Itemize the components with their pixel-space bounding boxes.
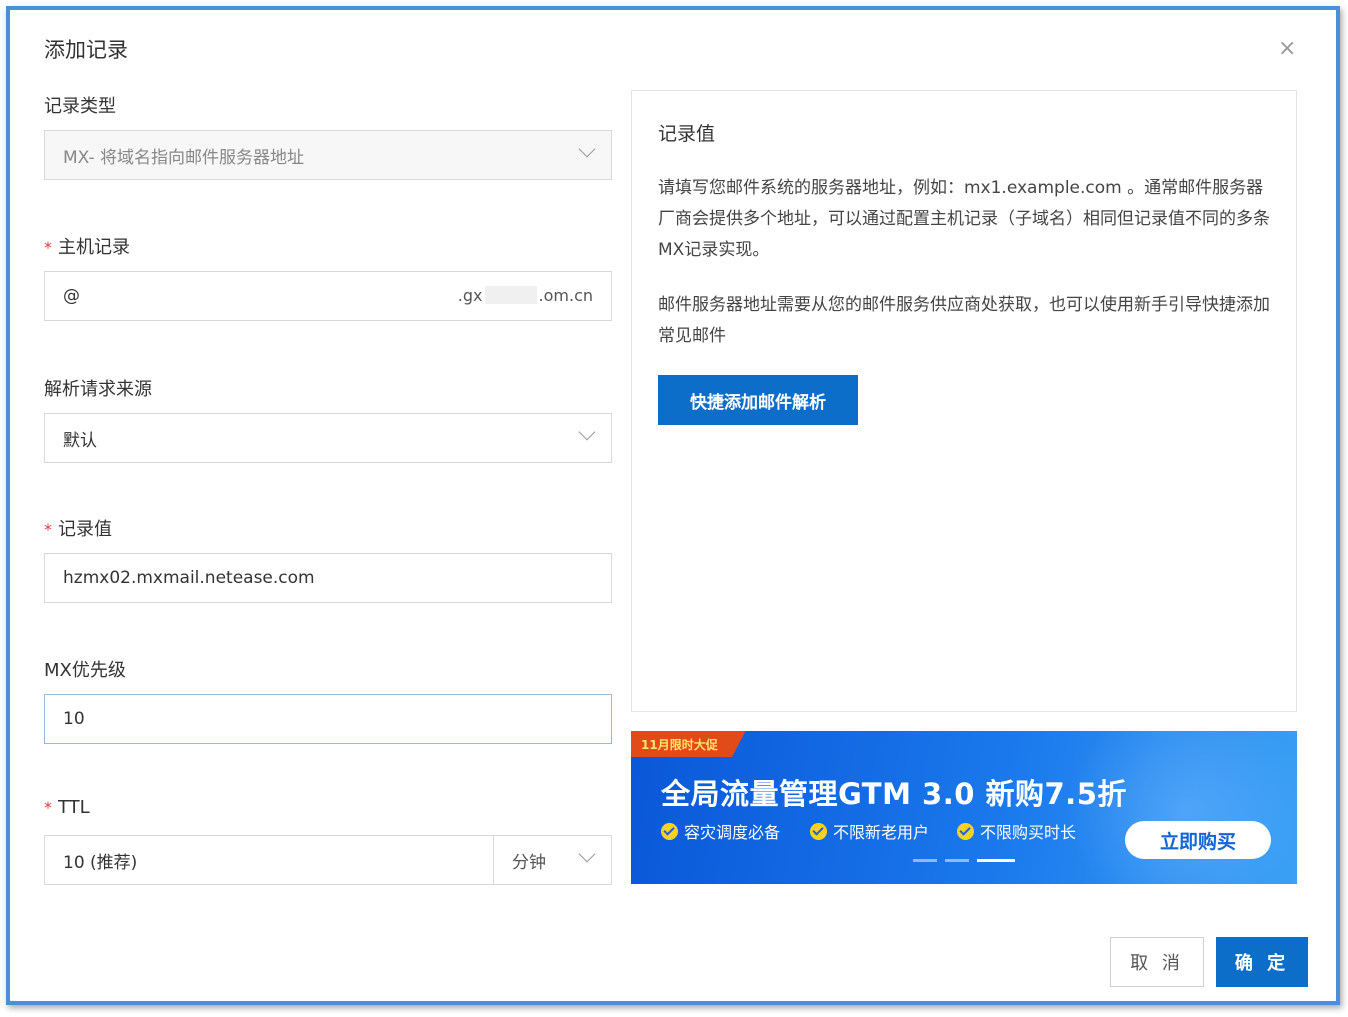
host-value: @ [63, 286, 80, 306]
record-value-input[interactable]: hzmx02.mxmail.netease.com [44, 553, 612, 603]
ttl-unit-value: 分钟 [512, 852, 546, 873]
help-panel-paragraph-1: 请填写您邮件系统的服务器地址，例如：mx1.example.com 。通常邮件服… [658, 178, 1270, 260]
record-value-text: hzmx02.mxmail.netease.com [63, 568, 315, 588]
cancel-button[interactable]: 取 消 [1110, 937, 1204, 987]
banner-feature-text: 不限购买时长 [980, 823, 1077, 842]
required-mark: * [44, 238, 52, 257]
required-mark: * [44, 798, 52, 817]
record-type-select[interactable]: MX- 将域名指向邮件服务器地址 [44, 130, 612, 180]
required-mark: * [44, 520, 52, 539]
banner-feature-text: 容灾调度必备 [684, 823, 781, 842]
carousel-dot[interactable] [945, 859, 969, 862]
mx-priority-label: MX优先级 [44, 656, 126, 682]
add-record-dialog: 添加记录 × 记录类型 MX- 将域名指向邮件服务器地址 * 主机记录 @ .gx… [10, 10, 1336, 1001]
help-panel: 记录值 请填写您邮件系统的服务器地址，例如：mx1.example.com 。通… [631, 90, 1297, 712]
buy-now-button[interactable]: 立即购买 [1125, 821, 1271, 859]
chevron-down-icon [578, 140, 596, 158]
record-type-value: MX- 将域名指向邮件服务器地址 [63, 147, 305, 168]
record-value-label: * 记录值 [44, 515, 112, 541]
check-icon [661, 822, 678, 840]
banner-feature: 不限新老用户 [810, 819, 929, 843]
help-panel-paragraph-2: 邮件服务器地址需要从您的邮件服务供应商处获取，也可以使用新手引导快捷添加常见邮件 [658, 295, 1270, 346]
promo-banner[interactable]: 11月限时大促 全局流量管理GTM 3.0 新购7.5折 容灾调度必备 不限新老… [631, 731, 1297, 884]
mx-priority-input[interactable]: 10 [44, 694, 612, 744]
check-icon [957, 822, 974, 840]
confirm-button[interactable]: 确 定 [1216, 937, 1308, 987]
mx-priority-value: 10 [63, 709, 85, 729]
domain-suffix: .gx .om.cn [458, 286, 593, 305]
dialog-title: 添加记录 [44, 38, 128, 62]
source-value: 默认 [63, 430, 97, 451]
domain-suffix-text: .om.cn [538, 286, 593, 305]
record-type-label: 记录类型 [44, 92, 116, 118]
banner-feature: 容灾调度必备 [661, 819, 780, 843]
chevron-down-icon [578, 423, 596, 441]
host-label-text: 主机记录 [58, 237, 130, 258]
ttl-label-text: TTL [58, 797, 90, 818]
source-select[interactable]: 默认 [44, 413, 612, 463]
domain-prefix-text: .gx [457, 286, 483, 305]
chevron-down-icon [578, 845, 596, 863]
source-label-text: 解析请求来源 [44, 379, 152, 400]
source-label: 解析请求来源 [44, 375, 152, 401]
record-type-label-text: 记录类型 [44, 96, 116, 117]
help-panel-title: 记录值 [658, 123, 716, 145]
ttl-unit-select[interactable]: 分钟 [493, 835, 612, 885]
record-value-label-text: 记录值 [58, 519, 112, 540]
banner-feature: 不限购买时长 [957, 819, 1076, 843]
mx-priority-label-text: MX优先级 [44, 660, 126, 681]
ttl-value: 10 (推荐) [63, 852, 138, 873]
banner-title: 全局流量管理GTM 3.0 新购7.5折 [661, 777, 1127, 811]
check-icon [810, 822, 827, 840]
close-icon[interactable]: × [1278, 36, 1296, 61]
ttl-input[interactable]: 10 (推荐) [44, 835, 494, 885]
carousel-dot-active[interactable] [977, 859, 1015, 862]
carousel-dot[interactable] [913, 859, 937, 862]
redacted-domain [484, 286, 537, 304]
host-label: * 主机记录 [44, 233, 130, 259]
banner-feature-text: 不限新老用户 [833, 823, 930, 842]
promo-tag: 11月限时大促 [631, 731, 746, 757]
ttl-label: * TTL [44, 797, 90, 818]
quick-add-mail-button[interactable]: 快捷添加邮件解析 [658, 375, 858, 425]
host-input[interactable]: @ .gx .om.cn [44, 271, 612, 321]
carousel-indicator [913, 859, 1015, 862]
